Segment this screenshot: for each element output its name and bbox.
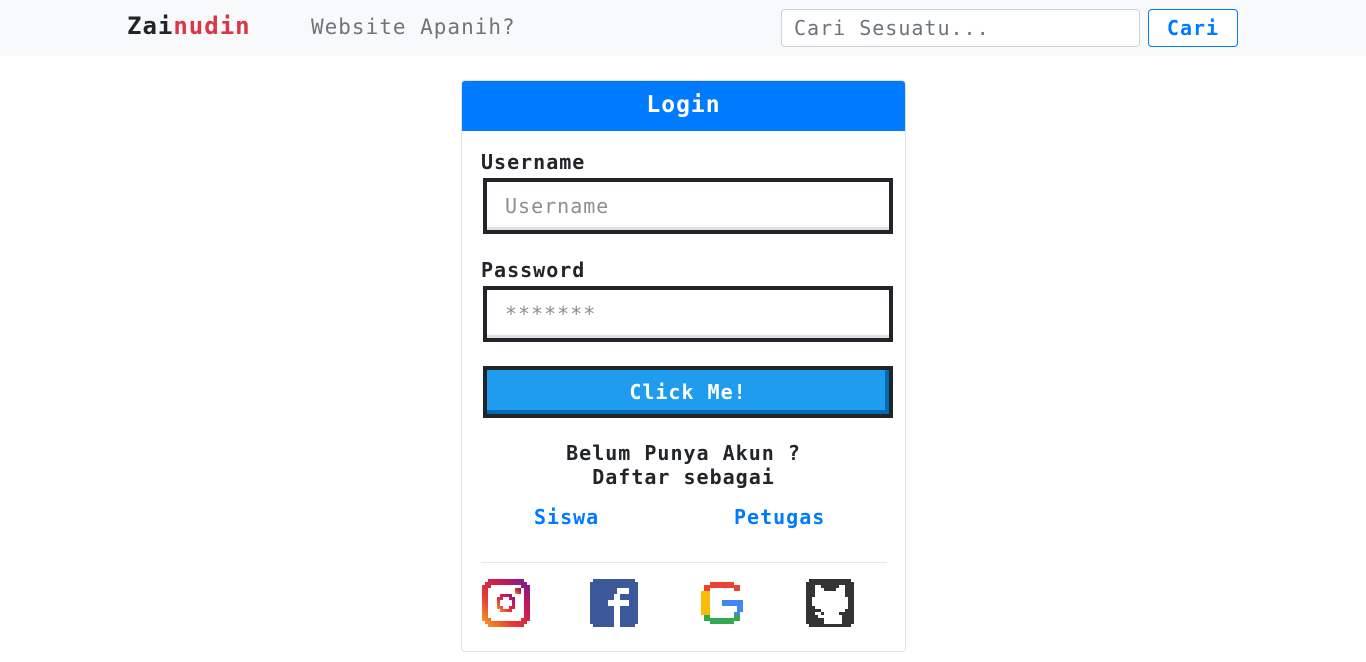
register-line-1: Belum Punya Akun ? xyxy=(566,441,801,465)
register-line-2: Daftar sebagai xyxy=(592,465,775,489)
divider xyxy=(481,562,887,563)
username-label: Username xyxy=(481,150,586,174)
password-label: Password xyxy=(481,258,586,282)
register-petugas-link[interactable]: Petugas xyxy=(734,505,825,529)
register-prompt: Belum Punya Akun ? Daftar sebagai xyxy=(462,441,905,489)
brand-part-1: Zai xyxy=(127,12,174,40)
brand-logo[interactable]: Zainudin xyxy=(127,12,251,40)
login-title: Login xyxy=(462,81,905,131)
instagram-icon[interactable] xyxy=(482,579,530,627)
github-icon[interactable] xyxy=(806,579,854,627)
facebook-icon[interactable] xyxy=(590,579,638,627)
navbar: Zainudin Website Apanih? Cari xyxy=(0,0,1366,56)
username-input[interactable] xyxy=(483,178,893,234)
nav-tagline-link[interactable]: Website Apanih? xyxy=(311,15,516,39)
brand-part-2: nudin xyxy=(173,12,251,40)
password-input[interactable] xyxy=(483,286,893,342)
search-button[interactable]: Cari xyxy=(1148,9,1238,47)
login-card: Login Username Password Click Me! Belum … xyxy=(461,80,906,652)
login-submit-button[interactable]: Click Me! xyxy=(483,366,893,418)
register-siswa-link[interactable]: Siswa xyxy=(534,505,599,529)
search-input[interactable] xyxy=(781,9,1140,47)
google-icon[interactable] xyxy=(698,579,746,627)
